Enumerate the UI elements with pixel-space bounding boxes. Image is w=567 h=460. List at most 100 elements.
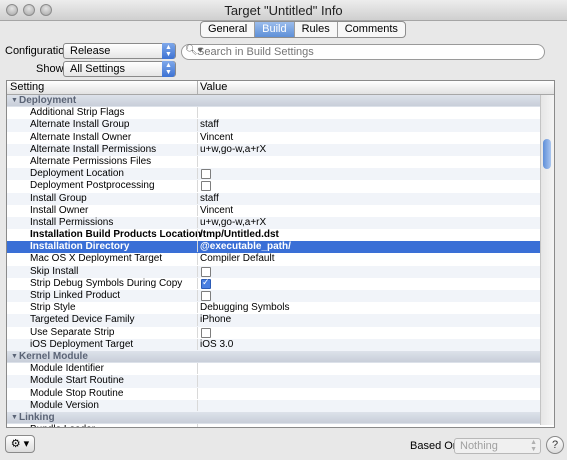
based-on-popup: Nothing ▲ ▼ [454, 438, 541, 454]
table-row[interactable]: Deployment Postprocessing [7, 180, 554, 192]
action-menu-button[interactable]: ⚙ ▾ [5, 435, 35, 453]
setting-value[interactable]: u+w,go-w,a+rX [200, 144, 266, 155]
checkbox[interactable] [201, 181, 211, 192]
setting-name: iOS Deployment Target [30, 338, 134, 350]
section-header[interactable]: ▼ Linking [7, 411, 554, 425]
popup-arrows-icon: ▲ ▼ [162, 43, 175, 59]
table-header: Setting Value [7, 81, 554, 95]
section-title: Linking [19, 411, 55, 423]
table-row[interactable]: Deployment Location [7, 168, 554, 181]
setting-name: Install Owner [30, 204, 89, 216]
setting-name: Strip Style [30, 302, 76, 314]
table-row[interactable]: Additional Strip Flags [7, 107, 554, 119]
window-title: Target "Untitled" Info [224, 3, 343, 18]
table-row[interactable]: Strip Debug Symbols During Copy [7, 277, 554, 290]
table-row[interactable]: Alternate Install Owner Vincent [7, 131, 554, 144]
setting-name: Installation Directory [30, 241, 130, 253]
checkbox[interactable] [201, 169, 211, 180]
setting-name: Strip Debug Symbols During Copy [30, 277, 183, 289]
table-row[interactable]: Install Group staff [7, 192, 554, 205]
table-row[interactable]: iOS Deployment TargetiOS 3.0▲▼ [7, 338, 554, 351]
gear-icon: ⚙ ▾ [10, 438, 30, 450]
setting-name: Bundle Loader [30, 424, 95, 427]
table-row[interactable]: Use Separate Strip [7, 326, 554, 339]
table-row[interactable]: Module Identifier [7, 363, 554, 375]
disclosure-triangle-icon[interactable]: ▼ [11, 95, 18, 106]
table-row[interactable]: Module Version [7, 399, 554, 412]
popup-arrows-icon: ▲ ▼ [162, 61, 175, 77]
table-row[interactable]: Module Start Routine [7, 375, 554, 388]
setting-name: Install Group [30, 192, 87, 204]
table-row[interactable]: Targeted Device FamilyiPhone▲▼ [7, 313, 554, 327]
table-row[interactable]: Install Owner Vincent [7, 204, 554, 217]
table-row[interactable]: Alternate Permissions Files [7, 155, 554, 168]
setting-value[interactable]: staff [200, 119, 219, 130]
setting-name: Alternate Install Owner [30, 131, 132, 143]
setting-value[interactable]: Vincent [200, 132, 233, 143]
table-row[interactable]: Installation Directory @executable_path/ [7, 241, 554, 254]
vertical-scrollbar[interactable] [540, 95, 554, 425]
section-title: Kernel Module [19, 350, 88, 362]
column-header-value[interactable]: Value [200, 81, 227, 94]
table-row[interactable]: Installation Build Products Location/tmp… [7, 229, 554, 241]
table-row[interactable]: Mac OS X Deployment Target Compiler Defau… [7, 252, 554, 265]
table-body: ▼ Deployment Additional Strip Flags Alterna… [7, 95, 554, 427]
show-value: All Settings [70, 63, 126, 75]
table-row[interactable]: Strip Linked Product [7, 290, 554, 303]
setting-name: Strip Linked Product [30, 290, 121, 301]
section-title: Deployment [19, 95, 77, 106]
table-row[interactable]: Module Stop Routine [7, 387, 554, 400]
checkbox[interactable] [201, 291, 211, 301]
table-row[interactable]: Skip Install [7, 265, 554, 278]
configuration-value: Release [70, 45, 111, 57]
setting-value[interactable]: staff [200, 193, 219, 204]
tab-bar: General Build Rules Comments [200, 21, 406, 38]
table-row[interactable]: Alternate Install Permissions u+w,go-w,a+… [7, 143, 554, 156]
setting-value[interactable]: Compiler Default [200, 253, 274, 264]
setting-name: Alternate Install Permissions [30, 143, 157, 155]
title-bar: Target "Untitled" Info [0, 0, 567, 21]
setting-name: Deployment Postprocessing [30, 180, 155, 192]
setting-name: Additional Strip Flags [30, 107, 125, 119]
tab-general[interactable]: General [201, 22, 256, 37]
setting-value[interactable]: iPhone [200, 314, 231, 325]
build-settings-table: Setting Value ▼ Deployment Additional Stri… [6, 80, 555, 428]
setting-name: Installation Build Products Location [30, 229, 202, 241]
show-label: Show: [36, 63, 67, 75]
based-on-value: Nothing [460, 440, 498, 452]
table-row[interactable]: Strip StyleDebugging Symbols▲▼ [7, 301, 554, 314]
setting-name: Module Version [30, 399, 99, 411]
checkbox-checked[interactable] [201, 277, 211, 289]
configuration-popup[interactable]: Release ▲ ▼ [63, 43, 176, 59]
section-header[interactable]: ▼ Deployment [7, 95, 554, 108]
setting-name: Install Permissions [30, 216, 114, 228]
tab-comments[interactable]: Comments [338, 22, 405, 37]
checkbox[interactable] [201, 266, 211, 277]
setting-value[interactable]: Debugging Symbols [200, 302, 290, 313]
setting-value[interactable]: u+w,go-w,a+rX [200, 217, 266, 228]
setting-name: Module Identifier [30, 363, 104, 375]
setting-value[interactable]: Vincent [200, 205, 233, 216]
table-row[interactable]: Install Permissions u+w,go-w,a+rX [7, 216, 554, 230]
setting-name: Module Stop Routine [30, 387, 124, 399]
table-row[interactable]: Bundle Loader [7, 424, 554, 427]
setting-name: Targeted Device Family [30, 314, 135, 326]
setting-value[interactable]: iOS 3.0 [200, 339, 233, 350]
tab-build[interactable]: Build [255, 22, 295, 37]
setting-value[interactable]: @executable_path/ [200, 241, 291, 252]
search-field[interactable]: 🔍︎▾ [181, 44, 545, 60]
search-input[interactable] [197, 45, 527, 59]
disclosure-triangle-icon[interactable]: ▼ [11, 351, 18, 362]
table-row[interactable]: Alternate Install Group staff [7, 119, 554, 132]
scrollbar-thumb[interactable] [543, 139, 551, 169]
section-header[interactable]: ▼ Kernel Module [7, 350, 554, 364]
column-header-setting[interactable]: Setting [10, 81, 44, 94]
show-popup[interactable]: All Settings ▲ ▼ [63, 61, 176, 77]
checkbox[interactable] [201, 327, 211, 338]
tab-rules[interactable]: Rules [295, 22, 338, 37]
disclosure-triangle-icon[interactable]: ▼ [11, 412, 18, 423]
setting-name: Deployment Location [30, 168, 124, 180]
setting-value[interactable]: /tmp/Untitled.dst [200, 229, 279, 240]
setting-name: Alternate Install Group [30, 119, 130, 131]
help-button[interactable]: ? [546, 436, 564, 454]
